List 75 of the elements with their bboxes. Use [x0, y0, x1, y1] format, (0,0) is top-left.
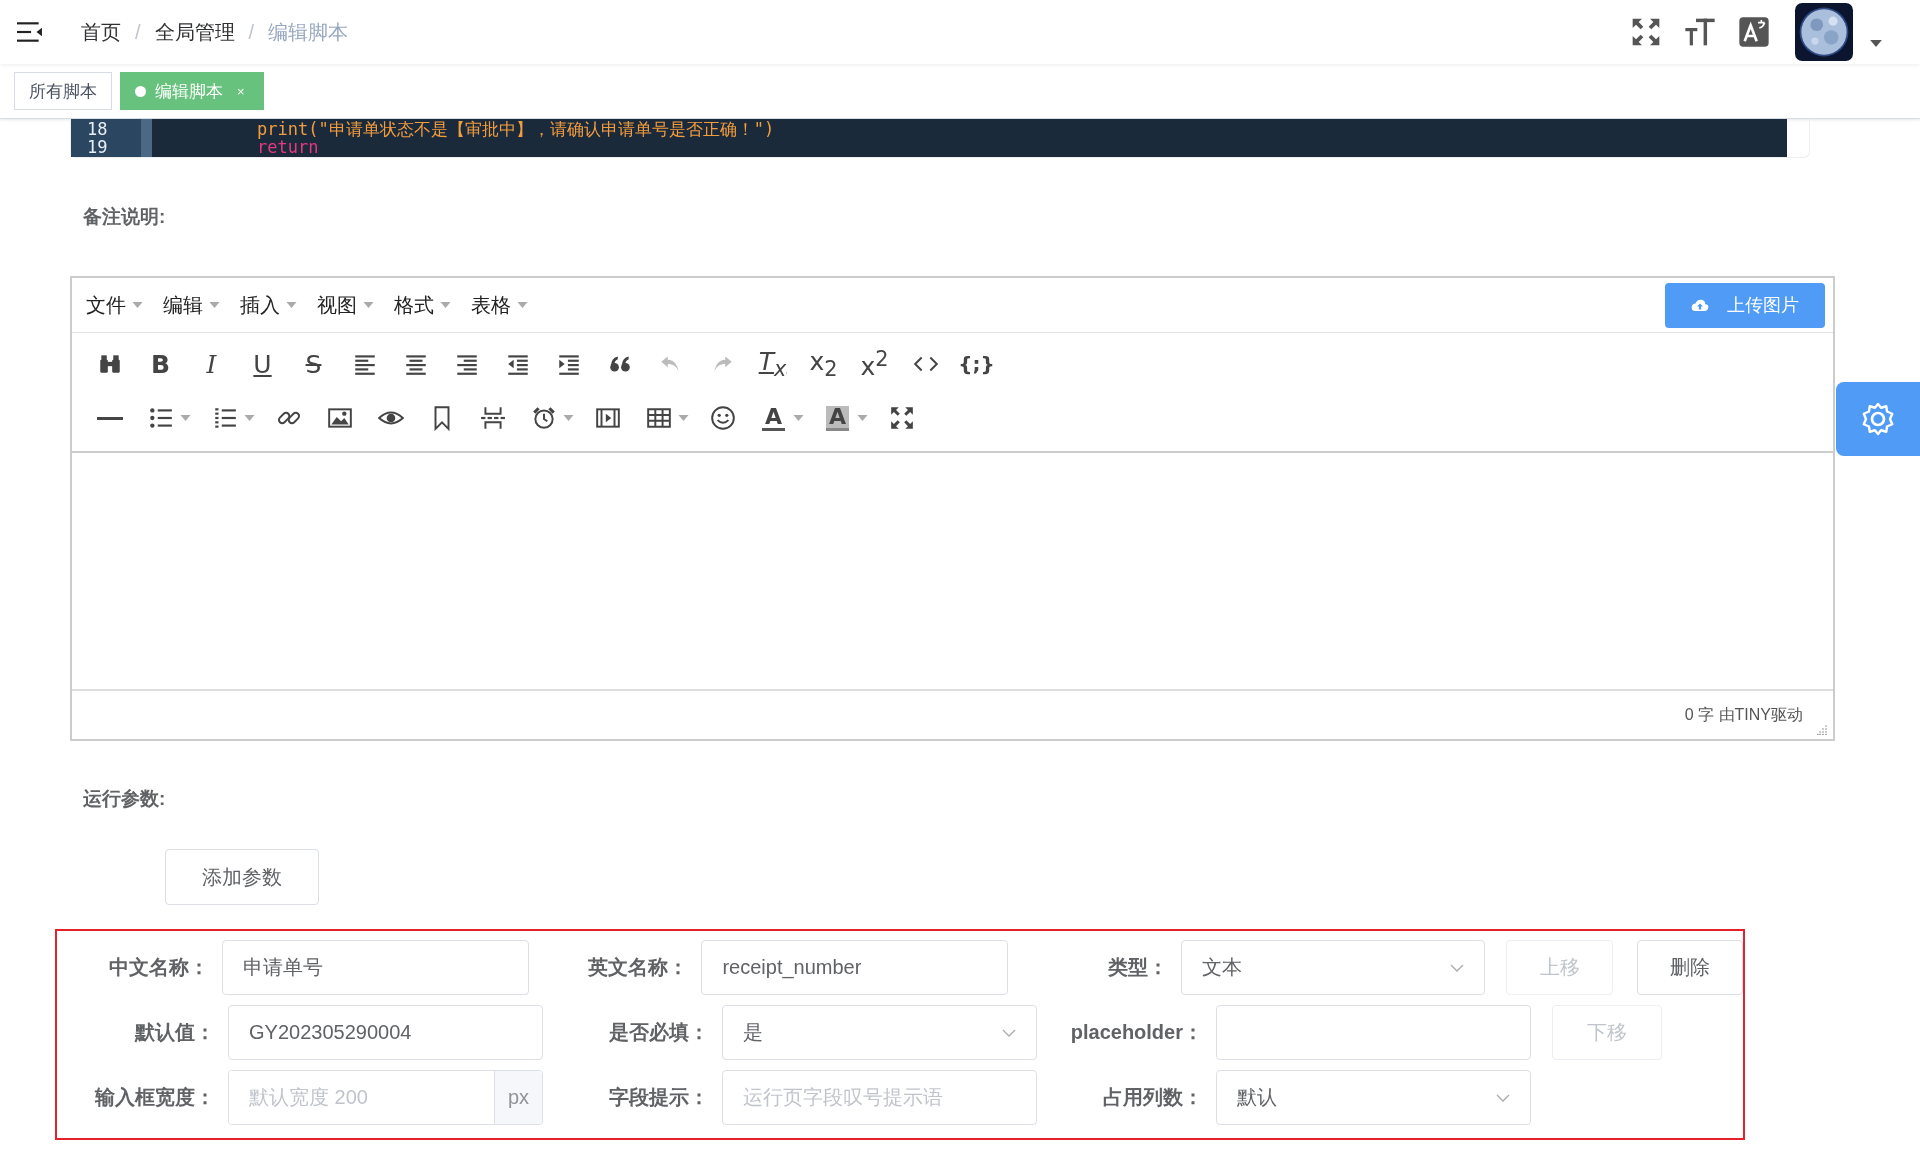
caret-icon — [440, 302, 451, 308]
section-label: 运行参数: — [83, 787, 167, 811]
section-label: 备注说明: — [83, 205, 167, 229]
field-label: placeholder： — [1069, 1020, 1203, 1045]
menu-item[interactable]: 插入 — [238, 287, 299, 323]
word-count: 0 字 由TINY驱动 — [1684, 704, 1803, 725]
code-sample-button[interactable]: {;} — [951, 344, 1002, 384]
fullscreen-icon[interactable] — [1630, 16, 1662, 48]
field-label: 输入框宽度： — [93, 1085, 215, 1110]
menu-item[interactable]: 文件 — [84, 287, 145, 323]
underline-button[interactable]: U — [237, 344, 288, 384]
horizontal-line-icon — [96, 416, 123, 420]
breadcrumb-link[interactable]: 首页 — [81, 18, 121, 46]
line-number: 18 — [87, 120, 109, 138]
breadcrumb-link[interactable]: 全局管理 — [154, 18, 235, 46]
caret-icon[interactable] — [1870, 39, 1882, 47]
field-label: 字段提示： — [608, 1085, 709, 1110]
menu-item[interactable]: 格式 — [392, 287, 453, 323]
field-label: 默认值： — [133, 1020, 215, 1045]
field-label: 类型： — [1107, 955, 1168, 980]
italic-button[interactable]: I — [186, 344, 237, 384]
strikethrough-button[interactable]: S — [288, 344, 339, 384]
bold-button[interactable]: B — [135, 344, 186, 384]
alarm-icon — [530, 405, 557, 431]
fullscreen-icon — [888, 405, 915, 431]
caret-icon — [363, 302, 374, 308]
chevron-down-icon — [1002, 1028, 1016, 1037]
page-break-icon — [479, 405, 506, 431]
chevron-down-icon — [1496, 1093, 1510, 1102]
caret-icon — [517, 302, 528, 308]
line-number: 19 — [87, 138, 109, 156]
cloud-upload-icon — [1691, 298, 1709, 312]
field-label: 英文名称： — [587, 955, 689, 980]
translate-icon[interactable] — [1738, 16, 1770, 48]
field-label: 是否必填： — [608, 1020, 709, 1045]
input-field[interactable] — [1216, 1005, 1531, 1060]
subscript-button[interactable]: x$_{2}$ — [798, 344, 849, 384]
caret-icon — [132, 302, 143, 308]
settings-button[interactable] — [1836, 382, 1920, 456]
select-field[interactable]: 是 — [722, 1005, 1037, 1060]
menu-icon[interactable] — [17, 21, 43, 43]
breadcrumb-separator: / — [248, 20, 255, 44]
page-tab[interactable]: 所有脚本 — [14, 72, 112, 110]
breadcrumb-separator: / — [135, 20, 141, 44]
emoticon-icon — [709, 405, 736, 431]
input-field[interactable]: 申请单号 — [221, 940, 529, 995]
font-size-icon[interactable] — [1684, 16, 1716, 48]
table-icon — [645, 405, 672, 431]
menu-item[interactable]: 视图 — [315, 287, 376, 323]
menu-item[interactable]: 编辑 — [161, 287, 222, 323]
input-field[interactable]: receipt_number — [701, 940, 1009, 995]
background-color-button[interactable]: A — [812, 398, 863, 438]
caret-icon — [209, 302, 220, 308]
resize-handle-icon[interactable] — [1817, 725, 1827, 735]
menu-item[interactable]: 表格 — [469, 287, 530, 323]
settings-icon — [1860, 401, 1896, 437]
field-label: 中文名称： — [107, 955, 209, 980]
media-icon — [594, 405, 621, 431]
code-line: return — [257, 138, 319, 156]
unit-suffix: px — [494, 1071, 542, 1124]
select-field[interactable]: 默认 — [1216, 1070, 1531, 1125]
status-dot — [135, 85, 146, 97]
superscript-button[interactable]: x$^{2}$ — [849, 344, 900, 384]
code-line: print("申请单状态不是【审批中】，请确认申请单号是否正确！") — [257, 120, 775, 138]
field-label: 占用列数： — [1102, 1085, 1203, 1110]
input-field[interactable]: GY202305290004 — [228, 1005, 543, 1060]
caret-icon — [286, 302, 297, 308]
add-parameter-button[interactable]: 添加参数 — [165, 849, 319, 905]
bullet-list-icon — [147, 405, 174, 431]
clear-format-button[interactable]: T$_{x}$ — [747, 344, 798, 384]
image-icon — [326, 405, 353, 431]
action-button[interactable]: 删除 — [1636, 940, 1743, 995]
input-field[interactable]: 运行页字段叹号提示语 — [722, 1070, 1037, 1125]
chevron-down-icon — [1450, 963, 1465, 972]
select-field[interactable]: 文本 — [1181, 940, 1486, 995]
